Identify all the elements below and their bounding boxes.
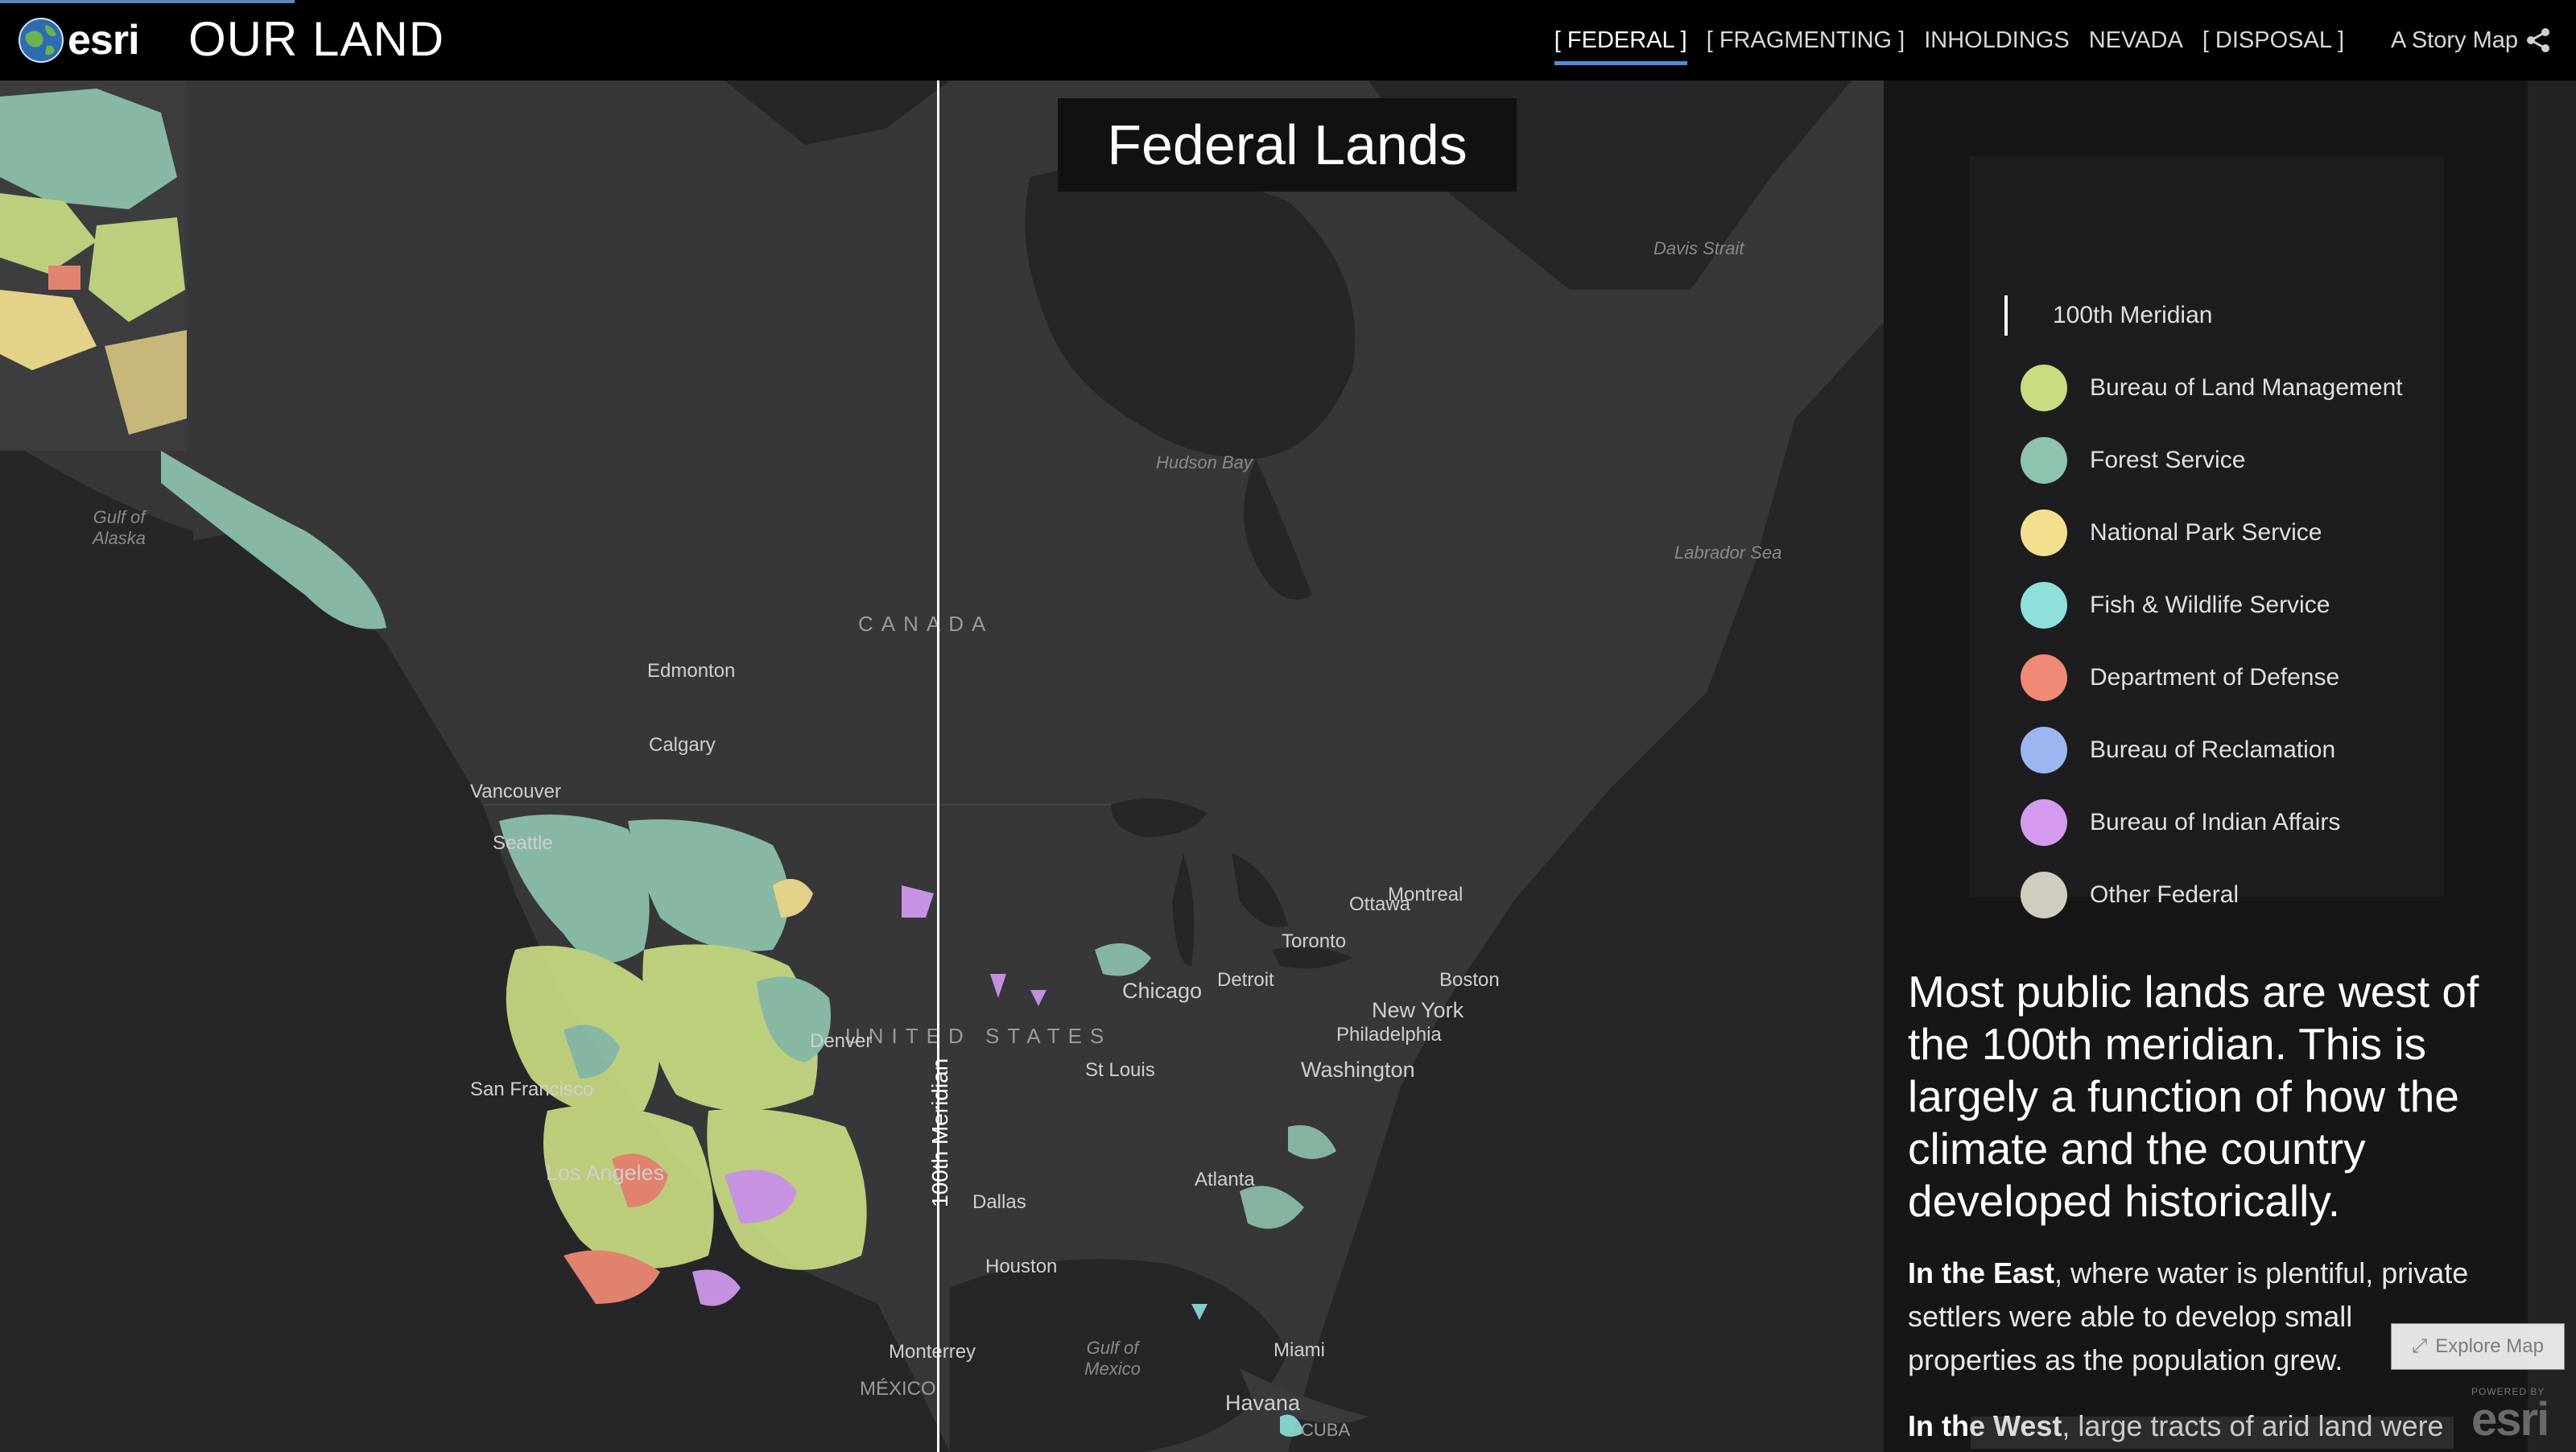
other-federal-swatch — [2021, 872, 2067, 918]
label-philadelphia: Philadelphia — [1336, 1024, 1442, 1046]
label-united-states: UNITED STATES — [845, 1024, 1113, 1048]
label-boston: Boston — [1439, 969, 1500, 991]
legend-item-meridian: 100th Meridian — [1984, 291, 2212, 340]
label-dallas: Dallas — [972, 1191, 1026, 1213]
app-header: esri OUR LAND [ FEDERAL ] [ FRAGMENTING … — [0, 0, 2576, 80]
label-monterrey: Monterrey — [889, 1341, 976, 1363]
forest-service-swatch — [2021, 437, 2067, 484]
label-atlanta: Atlanta — [1195, 1169, 1255, 1190]
explore-map-button[interactable]: ⤢ Explore Map — [2391, 1323, 2565, 1370]
label-gulf-of-alaska: Gulf of Alaska — [92, 507, 147, 548]
legend-item-blm: Bureau of Land Management — [2021, 364, 2403, 412]
legend-item-bia: Bureau of Indian Affairs — [2021, 798, 2340, 847]
globe-icon — [19, 18, 64, 63]
label-mexico: MÉXICO — [860, 1378, 936, 1400]
esri-logo[interactable]: esri — [18, 16, 140, 64]
federal-lands-map[interactable]: Gulf of Alaska Hudson Bay Davis Strait L… — [0, 80, 1884, 1452]
app-title: OUR LAND — [188, 12, 445, 66]
legend-item-other-federal: Other Federal — [2021, 871, 2239, 919]
100th-meridian-label: 100th Meridian — [927, 1058, 952, 1207]
legend-label: Bureau of Indian Affairs — [2090, 809, 2341, 835]
reclamation-swatch — [2021, 727, 2067, 773]
story-map-link[interactable]: A Story Map — [2391, 27, 2518, 54]
tab-fragmenting[interactable]: [ FRAGMENTING ] — [1707, 21, 1905, 60]
nps-swatch — [2021, 509, 2067, 556]
label-chicago: Chicago — [1122, 979, 1203, 1003]
side-panel[interactable]: 100th Meridian Bureau of Land Management… — [1884, 80, 2528, 1452]
label-detroit: Detroit — [1217, 969, 1274, 991]
label-denver: Denver — [810, 1030, 873, 1052]
share-icon[interactable] — [2524, 27, 2552, 54]
legend-label: National Park Service — [2090, 519, 2322, 546]
bottom-overlay — [1971, 1417, 2454, 1449]
basemap — [0, 80, 1884, 1452]
legend-item-dod: Department of Defense — [2021, 654, 2339, 702]
dod-swatch — [2021, 654, 2067, 701]
label-edmonton: Edmonton — [647, 660, 736, 682]
label-los-angeles: Los Angeles — [546, 1161, 665, 1185]
meridian-line-icon — [2004, 295, 2008, 336]
label-cuba: CUBA — [1301, 1420, 1351, 1440]
label-toronto: Toronto — [1282, 930, 1347, 952]
east-heading: In the East — [1908, 1256, 2055, 1289]
legend-item-fws: Fish & Wildlife Service — [2021, 581, 2330, 629]
label-san-francisco: San Francisco — [470, 1079, 594, 1100]
100th-meridian-line — [937, 80, 939, 1452]
label-seattle: Seattle — [493, 832, 553, 854]
label-gulf-of-mexico: Gulf of Mexico — [1084, 1338, 1141, 1379]
narrative-lead: Most public lands are west of the 100th … — [1908, 967, 2479, 1226]
tab-federal[interactable]: [ FEDERAL ] — [1554, 21, 1687, 65]
story-narrative: Most public lands are west of the 100th … — [1908, 966, 2487, 1452]
label-miami: Miami — [1274, 1339, 1325, 1361]
label-hudson-bay: Hudson Bay — [1156, 452, 1253, 472]
label-houston: Houston — [985, 1256, 1058, 1277]
label-canada: CANADA — [858, 612, 994, 636]
legend-label: Bureau of Land Management — [2090, 374, 2403, 401]
legend-label: Department of Defense — [2090, 664, 2340, 691]
label-davis-strait: Davis Strait — [1653, 238, 1744, 258]
story-nav: [ FEDERAL ] [ FRAGMENTING ] INHOLDINGS N… — [1554, 0, 2576, 80]
legend-item-reclamation: Bureau of Reclamation — [2021, 726, 2335, 774]
blm-swatch — [2021, 365, 2067, 411]
map-title: Federal Lands — [1058, 98, 1517, 192]
map-legend: 100th Meridian Bureau of Land Management… — [1969, 156, 2444, 918]
label-vancouver: Vancouver — [470, 781, 561, 802]
legend-label: Other Federal — [2090, 881, 2240, 908]
expand-icon: ⤢ — [2412, 1335, 2428, 1357]
powered-by-esri[interactable]: POWERED BY esri — [2471, 1386, 2560, 1446]
label-calgary: Calgary — [649, 734, 716, 756]
legend-label: Fish & Wildlife Service — [2090, 592, 2330, 618]
legend-label: Bureau of Reclamation — [2090, 736, 2336, 763]
esri-brand: esri — [2471, 1393, 2549, 1446]
tab-disposal[interactable]: [ DISPOSAL ] — [2202, 21, 2344, 60]
legend-label: Forest Service — [2090, 447, 2246, 473]
label-havana: Havana — [1225, 1391, 1301, 1415]
label-st-louis: St Louis — [1085, 1059, 1155, 1081]
label-montreal: Montreal — [1388, 884, 1463, 905]
explore-map-label: Explore Map — [2435, 1335, 2544, 1357]
fws-swatch — [2021, 582, 2067, 629]
tab-nevada[interactable]: NEVADA — [2089, 21, 2183, 60]
legend-label: 100th Meridian — [2053, 302, 2213, 328]
label-labrador-sea: Labrador Sea — [1674, 542, 1782, 563]
story-progress-bar — [0, 0, 295, 3]
label-new-york: New York — [1372, 998, 1464, 1022]
tab-inholdings[interactable]: INHOLDINGS — [1924, 21, 2069, 60]
logo-text: esri — [68, 17, 140, 64]
scroll-edge — [2528, 80, 2576, 1452]
legend-item-nps: National Park Service — [2021, 509, 2322, 557]
label-washington: Washington — [1301, 1058, 1415, 1082]
bia-swatch — [2021, 799, 2067, 846]
legend-item-forest-service: Forest Service — [2021, 436, 2245, 485]
